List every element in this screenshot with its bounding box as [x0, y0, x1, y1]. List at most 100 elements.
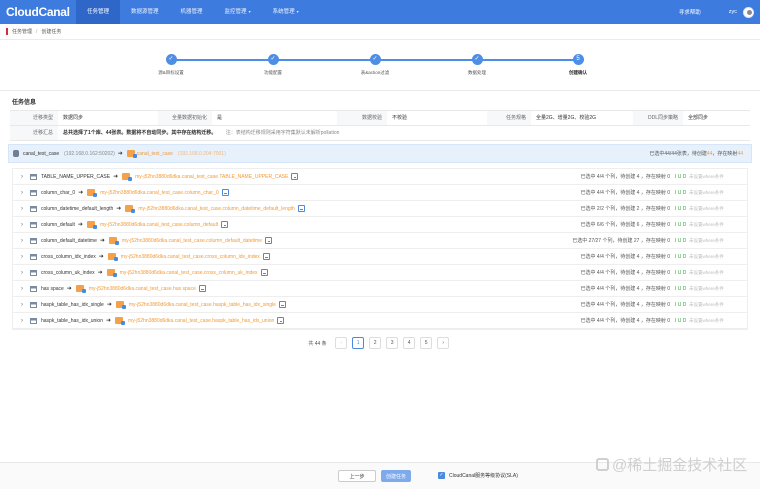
top-navbar: CloudCanal 任务管理 数据源管理 机器管理 监控管理 ▾ 系统管理 ▾ 寻… [0, 0, 760, 24]
table-row[interactable]: › column_datetime_default_length ➜ my-j52hn… [13, 201, 747, 217]
arrow-right-icon: ➜ [97, 270, 103, 276]
iud-actions[interactable]: I U D [675, 222, 689, 228]
nav-datasource-management[interactable]: 数据源管理 [120, 0, 170, 24]
chevron-down-icon: ▾ [248, 9, 251, 14]
nav-machine-management[interactable]: 机器管理 [170, 0, 214, 24]
table-row[interactable]: › column_default ➜ my-j52hn3880d6dka.canal_… [13, 217, 747, 233]
table-row[interactable]: › column_default_datetime ➜ my-j52hn3880d6d… [13, 233, 747, 249]
expand-row-icon[interactable]: › [17, 286, 27, 292]
username[interactable]: zyc [729, 9, 737, 15]
next-page-button[interactable]: › [437, 337, 450, 349]
source-table-name: has space [41, 285, 64, 292]
summary-count2: 44 [737, 151, 743, 157]
where-filter-link[interactable]: 未设置where条件 [689, 190, 747, 196]
table-row[interactable]: › cross_column_idx_index ➜ my-j52hn3880d6dk… [13, 249, 747, 265]
table-icon [30, 205, 37, 212]
table-row[interactable]: › haspk_table_has_idx_single ➜ my-j52hn3880… [13, 297, 747, 313]
where-filter-link[interactable]: 未设置where条件 [689, 318, 747, 324]
page-button[interactable]: 4 [403, 337, 416, 349]
edit-mapping-icon[interactable] [277, 317, 285, 324]
app-logo[interactable]: CloudCanal [6, 5, 76, 19]
edit-mapping-icon[interactable] [291, 173, 299, 180]
edit-mapping-icon[interactable] [262, 253, 270, 260]
mapping-icon [122, 173, 133, 181]
table-icon [30, 317, 37, 324]
step-label: 功能配置 [264, 70, 282, 75]
table-row[interactable]: › has space ➜ my-j52hn3880d6dka.canal_test_… [13, 281, 747, 297]
edit-mapping-icon[interactable] [260, 269, 268, 276]
nav-system-management[interactable]: 系统管理 ▾ [262, 0, 310, 24]
where-filter-link[interactable]: 未设置where条件 [689, 174, 747, 180]
expand-row-icon[interactable]: › [17, 190, 27, 196]
where-filter-link[interactable]: 未设置where条件 [689, 286, 747, 292]
iud-actions[interactable]: I U D [675, 254, 689, 260]
iud-actions[interactable]: I U D [675, 318, 689, 324]
step-check-icon: ✓ [369, 54, 381, 65]
where-filter-link[interactable]: 未设置where条件 [689, 302, 747, 308]
expand-row-icon[interactable]: › [17, 206, 27, 212]
expand-row-icon[interactable]: › [17, 254, 27, 260]
sla-label[interactable]: CloudCanal服务等级协议(SLA) [449, 472, 518, 479]
expand-row-icon[interactable]: › [17, 318, 27, 324]
edit-mapping-icon[interactable] [278, 301, 286, 308]
where-filter-link[interactable]: 未设置where条件 [689, 206, 747, 212]
step-label: 表&action过滤 [360, 70, 390, 75]
nav-task-management[interactable]: 任务管理 [76, 0, 121, 24]
expand-row-icon[interactable]: › [17, 174, 27, 180]
column-selection-summary: 已选中 4/4 个列，待创建 4 ，存在映射 0 [580, 302, 670, 308]
nav-label: 任务管理 [87, 9, 110, 15]
nav-monitor-management[interactable]: 监控管理 ▾ [214, 0, 262, 24]
iud-actions[interactable]: I U D [675, 286, 689, 292]
table-row[interactable]: › cross_column_uk_index ➜ my-j52hn3880d6dka… [13, 265, 747, 281]
breadcrumb-root[interactable]: 任务管理 [12, 28, 32, 35]
iud-actions[interactable]: I U D [675, 270, 689, 276]
expand-row-icon[interactable]: › [17, 222, 27, 228]
expand-row-icon[interactable]: › [17, 302, 27, 308]
expand-row-icon[interactable]: › [17, 238, 27, 244]
target-table-name: my-j52hn3880d6dka.canal_test_case.has sp… [88, 285, 196, 292]
nav-label: 机器管理 [180, 9, 203, 15]
edit-mapping-icon[interactable] [198, 285, 206, 292]
table-row[interactable]: › column_char_0 ➜ my-j52hn3880d6dka.canal_t… [13, 185, 747, 201]
page-button[interactable]: 1 [352, 337, 365, 349]
previous-step-button[interactable]: 上一步 [338, 470, 376, 482]
column-selection-summary: 已选中 4/4 个列，待创建 4 ，存在映射 0 [580, 286, 670, 292]
database-mapping-bar[interactable]: canal_test_case (192.168.0.162:50202) ➜ … [8, 144, 752, 163]
iud-actions[interactable]: I U D [675, 174, 689, 180]
expand-row-icon[interactable]: › [17, 270, 27, 276]
breadcrumb: 任务管理 / 创建任务 [6, 28, 61, 35]
create-task-button[interactable]: 创建任务 [381, 470, 411, 482]
sla-checkbox[interactable]: ✓ [438, 472, 445, 479]
page-button[interactable]: 2 [369, 337, 382, 349]
arrow-right-icon: ➜ [116, 206, 122, 212]
edit-mapping-icon[interactable] [297, 205, 305, 212]
where-filter-link[interactable]: 未设置where条件 [689, 270, 747, 276]
sla-agreement[interactable]: ✓ CloudCanal服务等级协议(SLA) [438, 472, 518, 479]
wizard-steps: ✓ ✓ ✓ ✓ 5 源&目标设置 功能配置 表&action过滤 数据处理 创建… [0, 54, 760, 80]
page-button[interactable]: 3 [386, 337, 399, 349]
arrow-right-icon: ➜ [78, 190, 84, 196]
edit-mapping-icon[interactable] [221, 189, 229, 196]
edit-mapping-icon[interactable] [221, 221, 229, 228]
iud-actions[interactable]: I U D [675, 238, 689, 244]
iud-actions[interactable]: I U D [675, 190, 689, 196]
table-row[interactable]: › haspk_table_has_idx_union ➜ my-j52hn3880d… [13, 313, 747, 329]
iud-actions[interactable]: I U D [675, 302, 689, 308]
column-selection-summary: 已选中 4/4 个列，待创建 4 ，存在映射 0 [580, 190, 670, 196]
column-selection-summary: 已选中 27/27 个列，待创建 27 ，存在映射 0 [572, 238, 670, 244]
iud-actions[interactable]: I U D [675, 206, 689, 212]
table-row[interactable]: › TABLE_NAME_UPPER_CASE ➜ my-j52hn3880d6dka… [13, 169, 747, 185]
page-button[interactable]: 5 [420, 337, 433, 349]
where-filter-link[interactable]: 未设置where条件 [689, 254, 747, 260]
edit-mapping-icon[interactable] [265, 237, 272, 244]
prev-page-button[interactable]: ‹ [335, 337, 348, 349]
where-filter-link[interactable]: 未设置where条件 [689, 238, 747, 244]
target-table-name: my-j52hn3880d6dka.canal_test_case.column… [99, 221, 219, 228]
table-icon [30, 253, 37, 260]
where-filter-link[interactable]: 未设置where条件 [689, 222, 747, 228]
target-table-name: my-j52hn3880d6dka.canal_test_case.cross_… [120, 253, 260, 260]
help-link[interactable]: 寻求帮助 [679, 8, 701, 16]
source-db-name: canal_test_case [23, 150, 60, 157]
avatar[interactable] [743, 6, 754, 18]
info-label: 迁移类型 [10, 111, 58, 125]
